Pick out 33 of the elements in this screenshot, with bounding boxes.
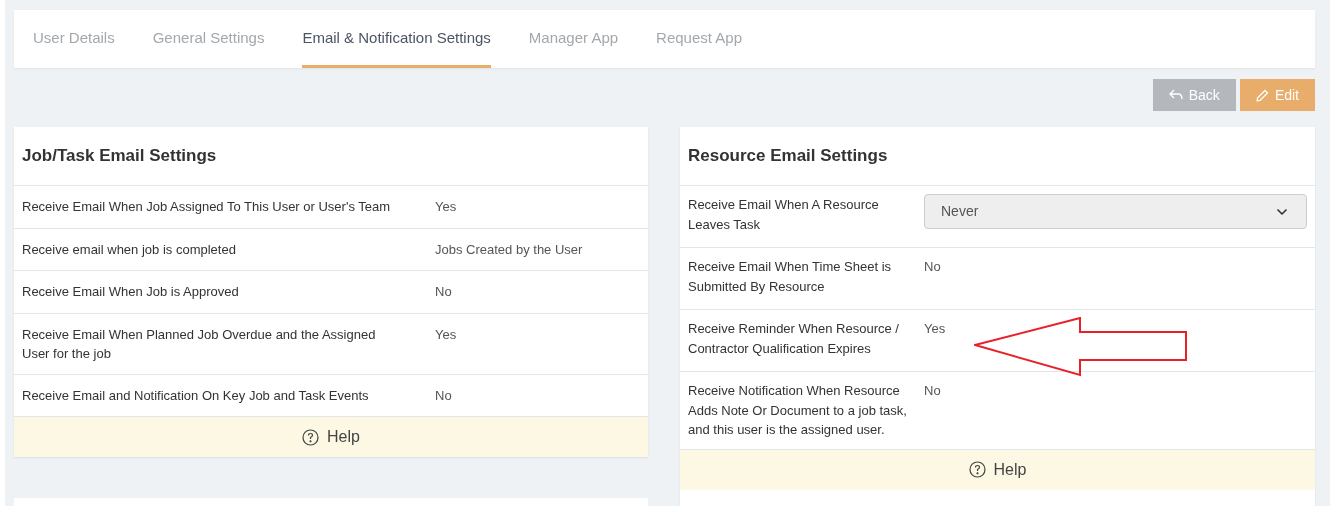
- setting-value: No: [924, 383, 941, 398]
- panel-title: Job/Task Email Settings: [22, 145, 217, 168]
- setting-value: No: [435, 387, 452, 403]
- setting-label: Receive Email When Job Assigned To This User or User's Team: [22, 198, 392, 216]
- tab[interactable]: General Settings: [152, 10, 265, 68]
- setting-label: Receive Email When Planned Job Overdue and the Assigned User for the job: [22, 325, 377, 363]
- setting-value: Jobs Created by the User: [435, 241, 583, 257]
- pencil-icon: [1255, 88, 1269, 102]
- back-button[interactable]: Back: [1152, 79, 1236, 111]
- frequency-select[interactable]: Never: [924, 194, 1307, 229]
- tab[interactable]: Manager App: [528, 10, 619, 68]
- setting-value: Yes: [435, 199, 457, 214]
- setting-label: Receive Email When Time Sheet is Submitted By Resource: [688, 258, 893, 296]
- setting-label: Receive Reminder When Resource / Contractor Qualification Expires: [688, 320, 900, 358]
- edit-button[interactable]: Edit: [1239, 79, 1315, 111]
- setting-label: Receive Email When Job is Approved: [22, 283, 240, 301]
- reply-icon: [1168, 89, 1183, 101]
- tab[interactable]: User Details: [33, 10, 115, 68]
- setting-label: Receive email when job is completed: [22, 240, 237, 259]
- setting-label: Receive Email and Notification On Key Job and Task Events: [22, 386, 370, 405]
- setting-label: Receive Notification When Resource Adds Note Or Document to a job task, and this user is the assigned user.: [688, 382, 908, 439]
- setting-value: No: [924, 259, 941, 274]
- setting-value: Yes: [435, 326, 457, 342]
- tab[interactable]: Email & Notification Settings: [302, 10, 491, 68]
- panel-title: Resource Email Settings: [688, 145, 888, 168]
- help-button[interactable]: Help: [14, 417, 648, 457]
- setting-value: Yes: [924, 321, 946, 336]
- help-button[interactable]: Help: [680, 449, 1315, 490]
- question-circle-icon: [302, 428, 320, 446]
- setting-value: No: [435, 284, 452, 299]
- question-circle-icon: [968, 461, 986, 478]
- setting-label: Receive Email When A Resource Leaves Task: [688, 196, 880, 234]
- tab[interactable]: Request App: [656, 10, 742, 68]
